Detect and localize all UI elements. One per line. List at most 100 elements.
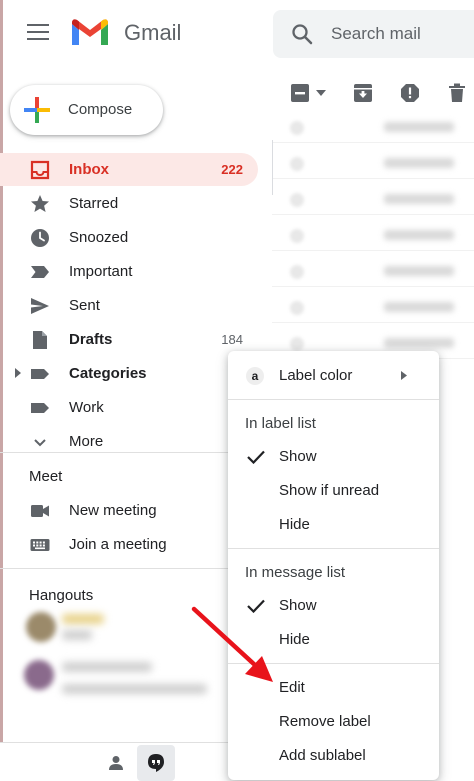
meet-item-label: New meeting	[69, 502, 157, 519]
menu-item-label: Show	[279, 448, 317, 465]
delete-icon[interactable]	[448, 83, 466, 103]
menu-separator	[228, 548, 439, 549]
sidebar-item-label: More	[69, 433, 104, 450]
sidebar-item-categories[interactable]: Categories	[0, 357, 258, 390]
sidebar-item-important[interactable]: Important	[0, 255, 258, 288]
blurred-contact-name	[62, 662, 152, 672]
label-icon	[31, 403, 49, 413]
checkmark-icon	[247, 450, 265, 464]
sidebar-item-label: Sent	[69, 297, 100, 314]
menu-item-label-list-show[interactable]: Show	[228, 440, 439, 474]
sidebar-item-label: Snoozed	[69, 229, 129, 246]
menu-item-message-list-show[interactable]: Show	[228, 589, 439, 623]
menu-item-label-list-show-if-unread[interactable]: Show if unread	[228, 474, 439, 508]
sidebar-item-label: Starred	[69, 195, 119, 212]
keyboard-icon	[30, 539, 50, 551]
compose-button[interactable]: Compose	[10, 85, 163, 135]
section-divider	[0, 452, 228, 453]
meet-join-meeting[interactable]: Join a meeting	[0, 528, 228, 561]
menu-item-add-sublabel[interactable]: Add sublabel	[228, 739, 439, 773]
expand-arrow-icon[interactable]	[14, 368, 22, 378]
hangouts-contact-avatar[interactable]	[26, 612, 56, 642]
message-row[interactable]	[272, 182, 474, 215]
videocam-icon	[31, 505, 49, 517]
message-row[interactable]	[272, 146, 474, 179]
message-list-blurred	[272, 110, 474, 360]
menu-item-label: Hide	[279, 516, 310, 533]
menu-item-label: Edit	[279, 679, 305, 696]
clock-icon	[31, 229, 49, 247]
menu-item-label: Hide	[279, 631, 310, 648]
menu-item-label: Label color	[279, 367, 353, 384]
hangouts-bottom-bar	[0, 742, 228, 781]
meet-item-label: Join a meeting	[69, 536, 167, 553]
list-divider	[272, 140, 273, 195]
app-header: Gmail	[0, 0, 474, 66]
main-menu-icon[interactable]	[27, 24, 49, 42]
window-left-border	[0, 0, 3, 780]
label-color-badge: a	[246, 367, 264, 385]
hangouts-icon	[148, 754, 164, 772]
menu-separator	[228, 399, 439, 400]
submenu-arrow-icon	[401, 371, 407, 380]
sidebar-item-inbox[interactable]: Inbox 222	[0, 153, 258, 186]
hangouts-contact-avatar[interactable]	[24, 660, 54, 690]
menu-item-label: Add sublabel	[279, 747, 366, 764]
sidebar-item-label: Work	[69, 399, 104, 416]
report-spam-icon[interactable]	[400, 83, 420, 103]
sidebar-item-snoozed[interactable]: Snoozed	[0, 221, 258, 254]
compose-label: Compose	[68, 101, 133, 118]
section-divider	[0, 568, 228, 569]
message-row[interactable]	[272, 290, 474, 323]
sidebar-item-label: Drafts	[69, 331, 113, 348]
app-name[interactable]: Gmail	[124, 20, 181, 46]
blurred-contact-status	[62, 684, 207, 694]
hangouts-tab[interactable]	[137, 745, 175, 781]
menu-separator	[228, 663, 439, 664]
sidebar-item-label: Important	[69, 263, 133, 280]
unread-count: 222	[221, 162, 243, 177]
plus-icon	[24, 97, 50, 123]
label-icon	[31, 369, 49, 379]
in-label-list-heading: In label list	[245, 415, 316, 432]
label-options-menu: a Label color In label list Show Show if…	[228, 351, 439, 780]
menu-item-remove-label[interactable]: Remove label	[228, 705, 439, 739]
message-row[interactable]	[272, 110, 474, 143]
menu-item-message-list-hide[interactable]: Hide	[228, 623, 439, 657]
send-icon	[31, 298, 49, 314]
menu-item-label: Show if unread	[279, 482, 380, 499]
search-bar[interactable]	[273, 10, 474, 58]
meet-new-meeting[interactable]: New meeting	[0, 494, 228, 527]
person-icon[interactable]	[108, 755, 124, 771]
select-checkbox-icon[interactable]	[290, 83, 312, 103]
blurred-contact-name	[62, 614, 104, 624]
menu-item-edit[interactable]: Edit	[228, 671, 439, 705]
caret-down-icon[interactable]	[316, 90, 326, 96]
menu-item-label-color[interactable]: a Label color	[228, 359, 439, 393]
sidebar-item-sent[interactable]: Sent	[0, 289, 258, 322]
sidebar-item-drafts[interactable]: Drafts 184	[0, 323, 258, 356]
menu-item-label: Show	[279, 597, 317, 614]
sidebar-item-label: Inbox	[69, 161, 109, 178]
blurred-contact-status	[62, 630, 92, 640]
sidebar-item-starred[interactable]: Starred	[0, 187, 258, 220]
star-icon	[31, 195, 49, 212]
message-row[interactable]	[272, 254, 474, 287]
sidebar-item-work[interactable]: Work	[0, 391, 228, 424]
sidebar-item-label: Categories	[69, 365, 147, 382]
inbox-icon	[30, 160, 50, 180]
meet-section-title: Meet	[29, 468, 63, 485]
menu-item-label-list-hide[interactable]: Hide	[228, 508, 439, 542]
sidebar-item-more[interactable]: More	[0, 425, 228, 458]
message-row[interactable]	[272, 218, 474, 251]
chevron-down-icon	[34, 439, 46, 447]
draft-icon	[33, 331, 47, 349]
important-icon	[31, 266, 49, 278]
gmail-logo-icon	[72, 19, 108, 45]
in-message-list-heading: In message list	[245, 564, 346, 581]
search-icon[interactable]	[291, 23, 313, 45]
draft-count: 184	[221, 332, 243, 347]
checkmark-icon	[247, 599, 265, 613]
search-input[interactable]	[331, 22, 474, 46]
archive-icon[interactable]	[353, 83, 373, 103]
